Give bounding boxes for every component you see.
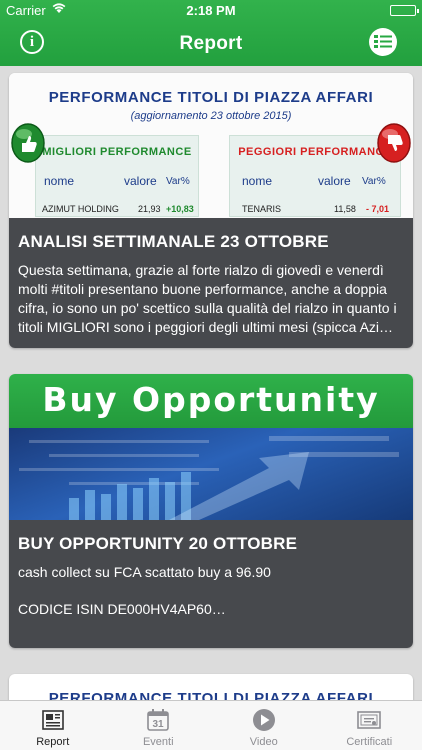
newspaper-icon xyxy=(41,710,64,730)
report-image: PERFORMANCE TITOLI DI PIAZZA AFFARI (agg… xyxy=(9,73,413,223)
stock-chart-graphic xyxy=(19,436,399,520)
best-header: MIGLIORI PERFORMANCE xyxy=(42,146,192,158)
calendar-day: 31 xyxy=(153,719,165,730)
row-value: 11,58 xyxy=(334,204,356,214)
col-value: valore xyxy=(124,174,157,188)
row-name: TENARIS xyxy=(242,204,282,214)
tab-label: Eventi xyxy=(142,736,174,748)
checklist-icon xyxy=(369,28,397,56)
battery-icon xyxy=(390,5,419,16)
image-title: PERFORMANCE TITOLI DI PIAZZA AFFARI xyxy=(48,89,374,106)
status-bar: Carrier 2:18 PM xyxy=(0,0,422,22)
report-card[interactable]: Buy Opportunity BUY OPPORTUNITY 20 OTTOB… xyxy=(9,374,413,648)
tab-label: Report xyxy=(36,736,70,748)
worst-header: PEGGIORI PERFORMANCE xyxy=(238,146,392,158)
card-line-2: CODICE ISIN DE000HV4AP60… xyxy=(18,601,226,617)
tab-certificati[interactable]: Certificati xyxy=(317,701,422,750)
row-name: AZIMUT HOLDING xyxy=(42,204,119,214)
thumbs-down-icon xyxy=(377,123,411,163)
tab-label: Certificati xyxy=(346,736,393,748)
navigation-bar: Carrier 2:18 PM i Report xyxy=(0,0,422,66)
checklist-button[interactable] xyxy=(366,27,400,57)
play-icon xyxy=(252,709,275,731)
row-var: - 7,01 xyxy=(366,204,390,214)
thumbs-up-icon xyxy=(11,123,45,163)
card-title: ANALISI SETTIMANALE 23 OTTOBRE xyxy=(18,232,329,251)
card-description: Questa settimana, grazie al forte rialzo… xyxy=(18,262,403,335)
image-subtitle: (aggiornamento 23 ottobre 2015) xyxy=(130,110,292,122)
worst-performance-panel: PEGGIORI PERFORMANCE nome valore Var% TE… xyxy=(229,135,401,217)
card-title: BUY OPPORTUNITY 20 OTTOBRE xyxy=(18,534,298,553)
tab-video[interactable]: Video xyxy=(211,701,317,750)
certificate-icon xyxy=(357,711,382,729)
col-var: Var% xyxy=(166,176,190,187)
col-var: Var% xyxy=(362,176,386,187)
row-value: 21,93 xyxy=(138,204,161,214)
card-line-1: cash collect su FCA scattato buy a 96.90 xyxy=(18,564,271,580)
col-name: nome xyxy=(44,174,75,188)
page-title: Report xyxy=(179,33,243,54)
best-performance-panel: MIGLIORI PERFORMANCE nome valore Var% AZ… xyxy=(35,135,199,217)
tab-label: Video xyxy=(249,736,278,748)
col-value: valore xyxy=(318,174,351,188)
tab-report[interactable]: Report xyxy=(0,701,106,750)
tab-eventi[interactable]: 31 Eventi xyxy=(106,701,212,750)
buy-opportunity-banner: Buy Opportunity xyxy=(9,374,413,428)
tab-bar: Report 31 Eventi Video Certificati xyxy=(0,700,422,750)
card-overlay: BUY OPPORTUNITY 20 OTTOBRE cash collect … xyxy=(9,520,413,648)
card-overlay: ANALISI SETTIMANALE 23 OTTOBRE Questa se… xyxy=(9,218,413,348)
report-card[interactable]: PERFORMANCE TITOLI DI PIAZZA AFFARI (agg… xyxy=(9,73,413,348)
market-image xyxy=(9,428,413,520)
calendar-icon: 31 xyxy=(147,709,170,731)
row-var: +10,83 xyxy=(166,204,194,214)
col-name: nome xyxy=(242,174,273,188)
status-time: 2:18 PM xyxy=(186,3,236,18)
